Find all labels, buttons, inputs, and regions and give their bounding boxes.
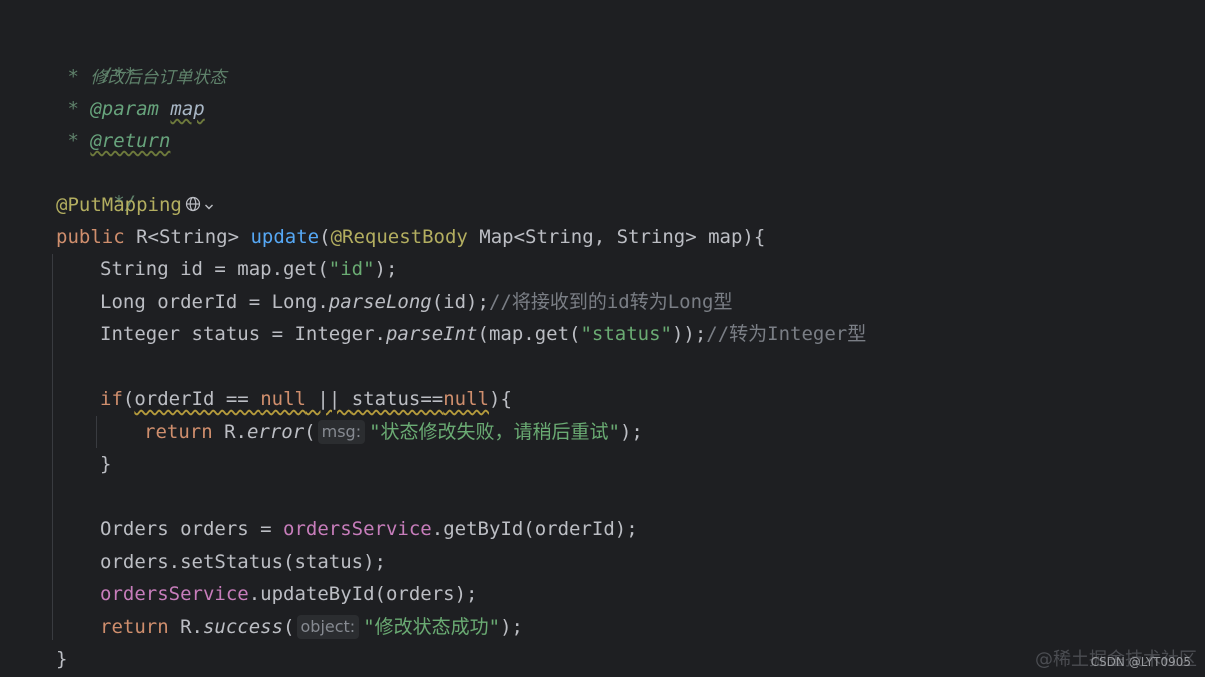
indent-guide-inner — [96, 416, 97, 448]
code-line-1[interactable]: /** — [56, 30, 136, 86]
comment: //将接收到的id转为Long型 — [488, 291, 733, 313]
comment: //转为Integer型 — [706, 323, 867, 345]
doc-return-tag: @return — [90, 130, 171, 152]
code-line-8[interactable]: String id = map.get("id"); — [100, 254, 397, 284]
code-line-17[interactable]: orders.setStatus(status); — [100, 547, 386, 577]
param-hint-object: object: — [296, 615, 360, 639]
code-editor[interactable]: /** * 修改后台订单状态 * @param map * @return */… — [0, 0, 1205, 677]
code-line-18[interactable]: ordersService.updateById(orders); — [100, 579, 478, 609]
csdn-watermark: CSDN @LYT0905 — [1090, 655, 1191, 669]
code-line-14[interactable]: } — [100, 449, 111, 479]
code-line-16[interactable]: Orders orders = ordersService.getById(or… — [100, 514, 638, 544]
code-line-7[interactable]: public R<String> update(@RequestBody Map… — [56, 222, 765, 252]
doc-star: * — [56, 98, 91, 120]
param-hint-msg: msg: — [317, 420, 366, 444]
code-line-2[interactable]: * 修改后台订单状态 — [56, 62, 226, 92]
doc-description: 修改后台订单状态 — [90, 68, 227, 88]
globe-icon[interactable] — [185, 191, 201, 221]
code-line-19[interactable]: return R.success(object: "修改状态成功"); — [100, 612, 523, 642]
code-line-9[interactable]: Long orderId = Long.parseLong(id);//将接收到… — [100, 287, 732, 317]
code-line-12[interactable]: if(orderId == null || status==null){ — [100, 384, 512, 414]
doc-star: * — [56, 66, 91, 88]
chevron-down-icon[interactable] — [204, 191, 214, 221]
kw-public: public — [56, 226, 125, 248]
code-line-10[interactable]: Integer status = Integer.parseInt(map.ge… — [100, 319, 866, 349]
indent-guide — [52, 254, 53, 640]
code-line-5[interactable]: */ — [56, 158, 136, 214]
doc-param-name: map — [170, 98, 205, 120]
doc-param-tag: @param — [90, 98, 159, 120]
method-name: update — [250, 226, 320, 248]
request-body-annotation: @RequestBody — [330, 226, 468, 248]
code-line-3[interactable]: * @param map — [56, 94, 205, 124]
put-mapping-annotation: @PutMapping — [56, 194, 182, 216]
code-line-13[interactable]: return R.error(msg: "状态修改失败，请稍后重试"); — [144, 417, 643, 447]
code-line-4[interactable]: * @return — [56, 126, 170, 156]
code-line-6[interactable]: @PutMapping — [56, 190, 214, 220]
code-line-20[interactable]: } — [56, 644, 67, 674]
doc-star: * — [56, 130, 91, 152]
